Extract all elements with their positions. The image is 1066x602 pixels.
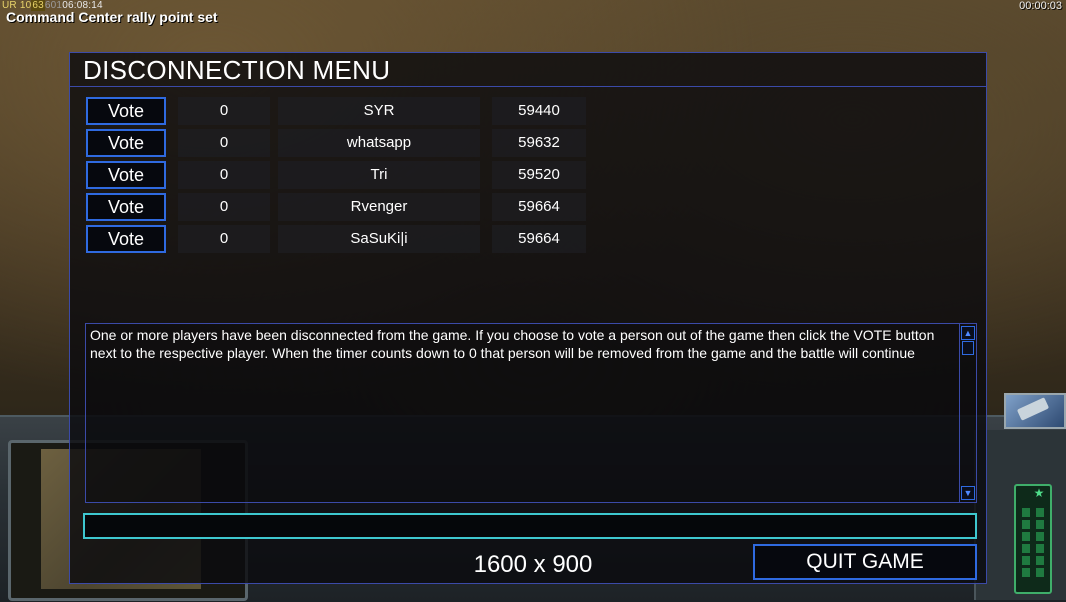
quit-game-button[interactable]: QUIT GAME: [753, 544, 977, 580]
vote-count: 0: [178, 129, 270, 157]
player-name: whatsapp: [278, 129, 480, 157]
player-id: 59664: [492, 193, 586, 221]
vote-button[interactable]: Vote: [86, 129, 166, 157]
player-row: Vote 0 Rvenger 59664: [86, 193, 606, 221]
player-id: 59440: [492, 97, 586, 125]
player-row: Vote 0 SaSuKi|i 59664: [86, 225, 606, 253]
vote-button[interactable]: Vote: [86, 193, 166, 221]
player-row: Vote 0 Tri 59520: [86, 161, 606, 189]
satellite-icon: [1016, 397, 1050, 421]
player-id: 59664: [492, 225, 586, 253]
player-row: Vote 0 SYR 59440: [86, 97, 606, 125]
game-timer: 00:00:03: [1019, 0, 1062, 12]
dialog-title: DISCONNECTION MENU: [83, 55, 391, 85]
vote-button[interactable]: Vote: [86, 161, 166, 189]
scroll-down-arrow-icon[interactable]: ▼: [961, 486, 975, 500]
player-row: Vote 0 whatsapp 59632: [86, 129, 606, 157]
vote-count: 0: [178, 193, 270, 221]
player-name: SaSuKi|i: [278, 225, 480, 253]
disconnection-dialog: DISCONNECTION MENU Vote 0 SYR 59440 Vote…: [69, 52, 987, 584]
chat-input[interactable]: [83, 513, 977, 539]
scroll-thumb[interactable]: [962, 341, 974, 355]
player-name: SYR: [278, 97, 480, 125]
player-id: 59632: [492, 129, 586, 157]
message-scrollbar[interactable]: ▲ ▼: [959, 324, 976, 502]
unit-portrait[interactable]: [1004, 393, 1066, 429]
vote-count: 0: [178, 97, 270, 125]
player-name: Tri: [278, 161, 480, 189]
vote-button[interactable]: Vote: [86, 97, 166, 125]
notification-text: Command Center rally point set: [6, 9, 218, 25]
message-box[interactable]: One or more players have been disconnect…: [85, 323, 977, 503]
dialog-title-bar: DISCONNECTION MENU: [70, 53, 986, 87]
vote-count: 0: [178, 161, 270, 189]
player-id: 59520: [492, 161, 586, 189]
disconnect-message: One or more players have been disconnect…: [90, 327, 935, 361]
power-meter: [1014, 484, 1052, 594]
player-name: Rvenger: [278, 193, 480, 221]
radar-star-icon: ★: [1033, 486, 1045, 500]
vote-button[interactable]: Vote: [86, 225, 166, 253]
resolution-label: 1600 x 900: [473, 551, 593, 578]
scroll-up-arrow-icon[interactable]: ▲: [961, 326, 975, 340]
vote-count: 0: [178, 225, 270, 253]
